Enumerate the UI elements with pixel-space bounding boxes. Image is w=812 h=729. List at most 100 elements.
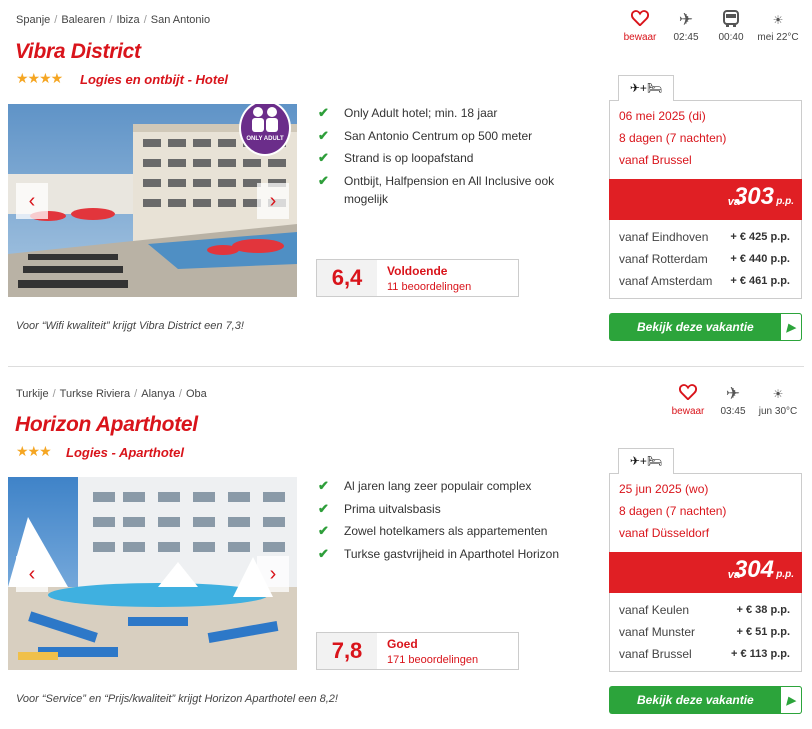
heart-icon (663, 384, 713, 404)
review-label: Goed (387, 637, 418, 651)
travel-duration[interactable]: 8 dagen (7 nachten) (619, 500, 792, 522)
departure-airport[interactable]: vanaf Brussel (619, 149, 792, 171)
travel-duration[interactable]: 8 dagen (7 nachten) (619, 127, 792, 149)
breadcrumb: Spanje / Balearen / Ibiza / San Antonio (16, 14, 211, 26)
flight-time: ✈ 02:45 (661, 10, 711, 43)
review-score: 7,8 (317, 633, 377, 669)
board-type: Logies - Aparthotel (66, 445, 184, 460)
feature-item: ✔ Ontbijt, Halfpension en All Inclusive o… (318, 172, 555, 206)
chevron-right-icon: › (269, 189, 277, 212)
travel-date[interactable]: 06 mei 2025 (di) (619, 105, 792, 127)
price-box: 25 jun 2025 (wo) 8 dagen (7 nachten) van… (609, 473, 802, 672)
check-icon: ✔ (318, 545, 329, 561)
alternative-departure[interactable]: vanaf Rotterdam + € 440 p.p. (619, 248, 790, 270)
alternative-departures: vanaf Eindhoven + € 425 p.p. vanaf Rotter… (619, 226, 790, 292)
review-rating[interactable]: 7,8 Goed 171 beoordelingen (316, 632, 519, 670)
review-rating[interactable]: 6,4 Voldoende 11 beoordelingen (316, 259, 519, 297)
price-amount: 304 (733, 556, 774, 583)
review-count: 171 beoordelingen (387, 654, 479, 666)
hotel-card: Spanje / Balearen / Ibiza / San Antonio Vibra … (0, 0, 812, 366)
check-icon: ✔ (318, 478, 329, 493)
review-highlight: Voor “Service” en “Prijs/kwaliteit” krij… (16, 693, 338, 705)
bus-icon (706, 10, 756, 30)
alternative-departure[interactable]: vanaf Keulen + € 38 p.p. (619, 599, 790, 621)
travel-date[interactable]: 25 jun 2025 (wo) (619, 478, 792, 500)
check-icon: ✔ (318, 172, 329, 188)
price-bar[interactable]: va 304 p.p. (609, 552, 802, 593)
hotel-photo-image (8, 477, 297, 670)
breadcrumb-item[interactable]: San Antonio (151, 14, 210, 26)
feature-item: ✔ Only Adult hotel; min. 18 jaar (318, 105, 498, 120)
save-label: bewaar (623, 32, 657, 43)
hotel-photo[interactable]: ONLY ADULT ‹ › (8, 104, 297, 297)
breadcrumb-item[interactable]: Alanya (141, 388, 175, 400)
save-button[interactable]: bewaar (615, 10, 665, 43)
feature-item: ✔ San Antonio Centrum op 500 meter (318, 127, 533, 143)
save-label: bewaar (671, 406, 705, 417)
board-type: Logies en ontbijt - Hotel (80, 72, 229, 87)
weather-info: ☀ jun 30°C (753, 384, 803, 417)
airplane-icon: ✈ (725, 384, 741, 403)
price-amount: 303 (733, 183, 774, 210)
price-bar[interactable]: va 303 p.p. (609, 179, 802, 220)
sun-icon: ☀ (772, 13, 784, 27)
price-box: 06 mei 2025 (di) 8 dagen (7 nachten) van… (609, 100, 802, 299)
flight-hotel-icon: ✈+🛏 (629, 454, 663, 468)
departure-airport[interactable]: vanaf Düsseldorf (619, 522, 792, 544)
hotel-name[interactable]: Horizon Aparthotel (15, 413, 198, 437)
play-arrow-icon: ▶ (780, 686, 802, 714)
breadcrumb-item[interactable]: Spanje (16, 14, 50, 26)
package-tab-flight-hotel[interactable]: ✈+🛏 (618, 75, 674, 101)
star-rating: ★★★★ (16, 70, 63, 86)
breadcrumb-item[interactable]: Ibiza (116, 14, 139, 26)
feature-list: ✔ Al jaren lang zeer populair complex ✔ Pr… (318, 477, 578, 567)
check-icon: ✔ (318, 127, 329, 143)
photo-prev-button[interactable]: ‹ (16, 555, 48, 592)
quick-info-icons: bewaar ✈ 02:45 00:40 ☀ mei 22°C (614, 10, 810, 44)
check-icon: ✔ (318, 500, 329, 516)
feature-item: ✔ Strand is op loopafstand (318, 150, 474, 165)
hotel-photo[interactable]: ‹ › (8, 477, 297, 670)
photo-next-button[interactable]: › (257, 182, 289, 219)
sun-icon: ☀ (772, 387, 784, 401)
alternative-departure[interactable]: vanaf Eindhoven + € 425 p.p. (619, 226, 790, 248)
review-score: 6,4 (317, 260, 377, 296)
hotel-card: Turkije / Turkse Riviera / Alanya / Oba Horizo… (0, 367, 812, 729)
feature-item: ✔ Al jaren lang zeer populair complex (318, 478, 532, 493)
chevron-right-icon: › (269, 562, 277, 585)
alternative-departure[interactable]: vanaf Brussel + € 113 p.p. (619, 643, 790, 665)
breadcrumb-item[interactable]: Balearen (61, 14, 105, 26)
photo-prev-button[interactable]: ‹ (16, 182, 48, 219)
check-icon: ✔ (318, 105, 329, 120)
check-icon: ✔ (318, 523, 329, 538)
feature-item: ✔ Zowel hotelkamers als appartementen (318, 523, 548, 538)
review-count: 11 beoordelingen (387, 281, 472, 293)
hotel-name[interactable]: Vibra District (15, 40, 141, 64)
heart-icon (615, 10, 665, 30)
view-vacation-button[interactable]: Bekijk deze vakantie ▶ (609, 313, 802, 341)
flight-time: ✈ 03:45 (708, 384, 758, 417)
photo-next-button[interactable]: › (257, 555, 289, 592)
package-tab-flight-hotel[interactable]: ✈+🛏 (618, 448, 674, 474)
quick-info-icons: bewaar ✈ 03:45 ☀ jun 30°C (662, 384, 810, 418)
view-vacation-button[interactable]: Bekijk deze vakantie ▶ (609, 686, 802, 714)
feature-item: ✔ Turkse gastvrijheid in Aparthotel Horiz… (318, 545, 559, 561)
play-arrow-icon: ▶ (780, 313, 802, 341)
alternative-departure[interactable]: vanaf Munster + € 51 p.p. (619, 621, 790, 643)
review-label: Voldoende (387, 264, 448, 278)
save-button[interactable]: bewaar (663, 384, 713, 417)
breadcrumb-item[interactable]: Turkije (16, 388, 49, 400)
airplane-icon: ✈ (678, 10, 694, 29)
feature-list: ✔ Only Adult hotel; min. 18 jaar ✔ San Ant… (318, 104, 578, 212)
breadcrumb-item[interactable]: Turkse Riviera (60, 388, 131, 400)
transfer-time: 00:40 (706, 10, 756, 43)
breadcrumb: Turkije / Turkse Riviera / Alanya / Oba (16, 388, 207, 400)
weather-info: ☀ mei 22°C (753, 10, 803, 43)
flight-hotel-icon: ✈+🛏 (629, 81, 663, 95)
breadcrumb-item[interactable]: Oba (186, 388, 207, 400)
chevron-left-icon: ‹ (28, 562, 36, 585)
review-highlight: Voor “Wifi kwaliteit” krijgt Vibra Distr… (16, 320, 244, 332)
star-rating: ★★★ (16, 443, 52, 459)
feature-item: ✔ Prima uitvalsbasis (318, 500, 441, 516)
alternative-departure[interactable]: vanaf Amsterdam + € 461 p.p. (619, 270, 790, 292)
